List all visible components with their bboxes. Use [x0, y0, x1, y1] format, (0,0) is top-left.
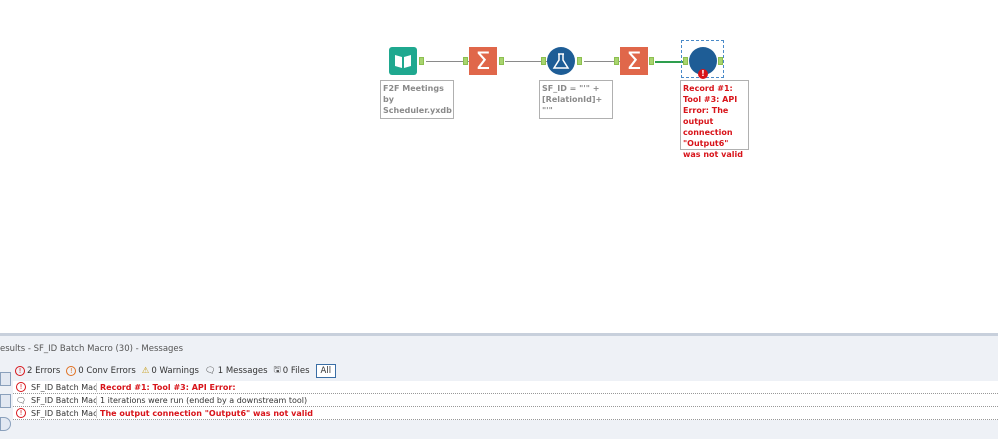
- error-label: Record #1: Tool #3: API Error: The outpu…: [680, 80, 749, 159]
- results-panel: esults - SF_ID Batch Macro (30) - Messag…: [0, 333, 998, 439]
- filter-toolbar: ! 2 Errors ! 0 Conv Errors ⚠ 0 Warnings 🗨 1 …: [15, 364, 337, 378]
- conv-errors-filter[interactable]: ! 0 Conv Errors: [66, 366, 136, 376]
- message-row[interactable]: ! SF_ID Batch Macr Record #1: Tool #3: A…: [13, 381, 998, 394]
- warning-icon: ⚠: [141, 366, 150, 376]
- list-view-icon[interactable]: [0, 372, 11, 386]
- workflow-canvas[interactable]: Σ Σ ! F2F Meetings by Scheduler.yxdb SF_…: [0, 0, 998, 333]
- all-filter-button[interactable]: All: [315, 364, 337, 378]
- error-icon: !: [698, 69, 708, 79]
- messages-list: ! SF_ID Batch Macr Record #1: Tool #3: A…: [13, 381, 998, 420]
- formula-label: SF_ID = "'" + [RelationId]+ "'": [539, 80, 613, 119]
- input-data-tool[interactable]: [389, 47, 417, 75]
- errors-filter[interactable]: ! 2 Errors: [15, 366, 60, 376]
- formula-tool[interactable]: [547, 47, 575, 75]
- warnings-filter[interactable]: ⚠ 0 Warnings: [142, 366, 199, 376]
- message-icon: 🗨: [15, 395, 27, 405]
- message-row[interactable]: 🗨 SF_ID Batch Macr 1 iterations were run…: [13, 394, 998, 407]
- files-filter[interactable]: 🖫 0 Files: [274, 364, 310, 378]
- tag-icon[interactable]: [0, 417, 11, 431]
- message-icon: 🗨: [204, 366, 216, 376]
- input-label: F2F Meetings by Scheduler.yxdb: [380, 80, 454, 119]
- summarize-tool-1[interactable]: Σ: [469, 47, 497, 75]
- error-icon: !: [16, 408, 26, 418]
- error-icon: !: [16, 382, 26, 392]
- conv-error-icon: !: [66, 366, 77, 376]
- file-icon: 🖫: [273, 365, 281, 375]
- messages-filter[interactable]: 🗨 1 Messages: [205, 366, 268, 376]
- message-row[interactable]: ! SF_ID Batch Macr The output connection…: [13, 407, 998, 420]
- results-title: esults - SF_ID Batch Macro (30) - Messag…: [0, 344, 184, 354]
- error-icon: !: [15, 366, 25, 376]
- table-view-icon[interactable]: [0, 394, 11, 408]
- summarize-tool-2[interactable]: Σ: [620, 47, 648, 75]
